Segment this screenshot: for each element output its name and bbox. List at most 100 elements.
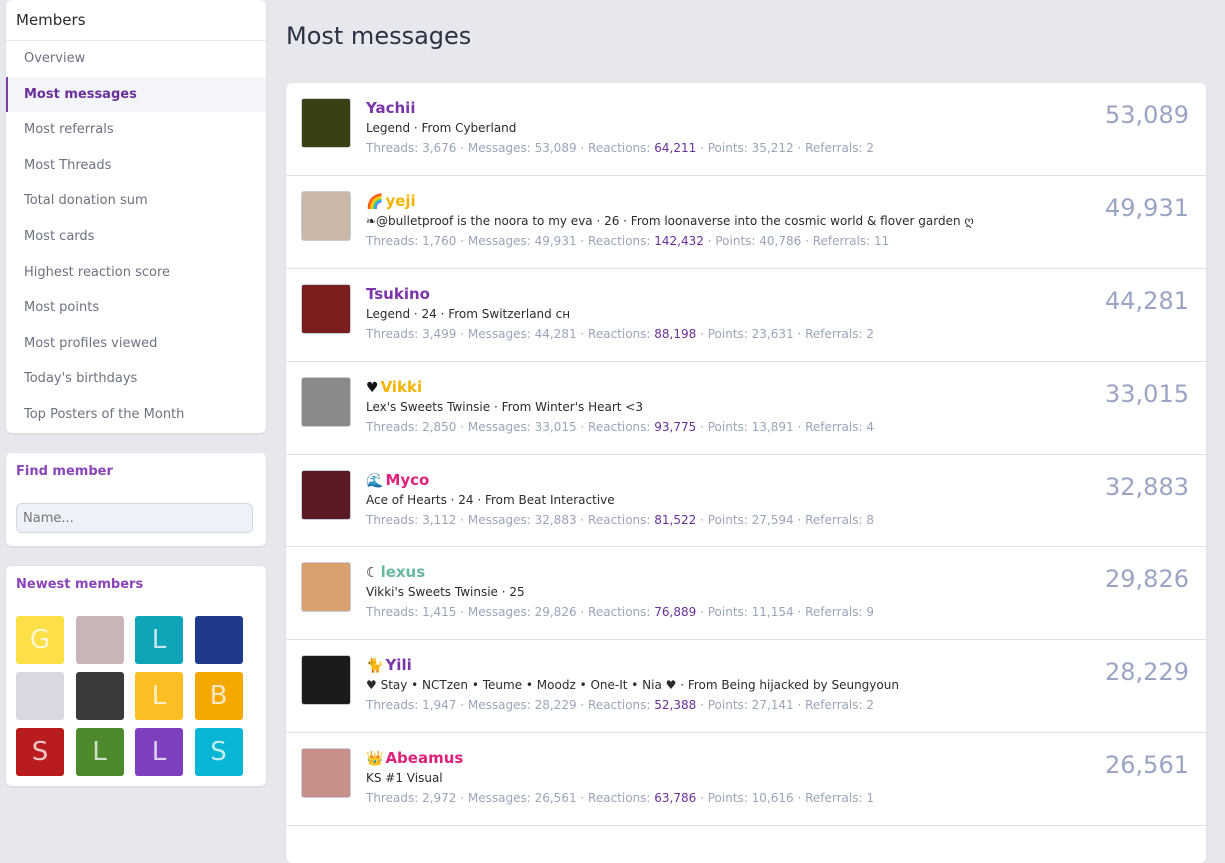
member-name-link[interactable]: 👑 Abeamus (366, 749, 463, 767)
member-name[interactable]: Yili (385, 656, 411, 674)
newest-member-avatar[interactable] (75, 616, 124, 664)
stat-separator: · (576, 233, 589, 248)
stat-label-referrals: Referrals: (805, 326, 867, 341)
sidebar-item-highest-reaction-score[interactable]: Highest reaction score (6, 255, 266, 291)
member-avatar[interactable] (301, 748, 351, 799)
stat-value-messages: 28,229 (534, 698, 577, 713)
member-title: ♥ Stay • NCTzen • Teume • Moodz • One-It… (366, 678, 899, 693)
newest-members-block: Newest members GLLBSLLS (6, 566, 266, 786)
newest-member-avatar[interactable]: L (75, 728, 124, 776)
member-badge-icon: ☾ (366, 565, 379, 582)
member-name-link[interactable]: 🐈 Yili (366, 656, 412, 674)
member-title: Ace of Hearts · 24 · From Beat Interacti… (366, 492, 615, 507)
stat-separator: · (576, 326, 589, 341)
member-avatar[interactable] (301, 376, 351, 427)
stat-separator: · (793, 605, 806, 620)
stat-separator: · (456, 326, 468, 341)
stat-value-referrals: 2 (866, 698, 874, 713)
member-row: Tsukino Legend · 24 · From Switzerland ᴄʜ… (286, 269, 1206, 362)
stat-separator: · (456, 791, 468, 806)
stat-label-referrals: Referrals: (805, 791, 867, 806)
newest-member-avatar[interactable] (75, 672, 124, 720)
member-row: 🌊 Myco Ace of Hearts · 24 · From Beat Inte… (286, 455, 1206, 548)
member-avatar[interactable] (301, 655, 351, 706)
stat-separator: · (456, 141, 468, 155)
stat-label-referrals: Referrals: (805, 141, 867, 155)
sidebar-item-most-cards[interactable]: Most cards (6, 219, 266, 255)
stat-label-reactions: Reactions: (588, 141, 655, 155)
member-name[interactable]: Myco (385, 471, 429, 489)
stat-separator: · (696, 698, 708, 713)
newest-member-avatar[interactable]: L (135, 672, 183, 720)
stat-separator: · (793, 141, 806, 155)
sidebar-item-most-messages[interactable]: Most messages (6, 76, 266, 113)
member-name-link[interactable]: ♥ Vikki (366, 378, 422, 396)
newest-member-avatar[interactable]: B (194, 672, 243, 720)
member-avatar[interactable] (301, 283, 351, 334)
member-title: Legend · From Cyberland (366, 121, 517, 135)
newest-member-avatar[interactable] (16, 672, 64, 720)
member-badge-icon: 🌊 (366, 472, 384, 489)
stat-value-reactions[interactable]: 76,889 (654, 605, 696, 619)
stat-value-reactions[interactable]: 52,388 (654, 698, 696, 712)
stat-label-reactions: Reactions: (588, 791, 655, 806)
member-name-link[interactable]: ☾ lexus (366, 563, 425, 581)
stat-value-reactions[interactable]: 63,786 (654, 791, 696, 805)
stat-label-reactions: Reactions: (588, 605, 655, 620)
member-name-link[interactable]: Tsukino (366, 285, 430, 303)
member-title: ❧@bulletproof is the noora to my eva · 2… (366, 213, 974, 228)
sidebar-item-most-points[interactable]: Most points (6, 290, 266, 326)
stat-label-reactions: Reactions: (588, 698, 655, 713)
member-name-link[interactable]: 🌊 Myco (366, 471, 429, 489)
member-name-link[interactable]: 🌈 yeji (366, 192, 416, 210)
member-name[interactable]: yeji (385, 192, 415, 210)
member-avatar[interactable] (301, 562, 351, 613)
stat-value-reactions[interactable]: 64,211 (654, 141, 696, 155)
member-avatar[interactable] (301, 469, 351, 520)
member-name-link[interactable]: Yachii (366, 99, 415, 117)
stat-label-threads: Threads: (366, 141, 423, 155)
member-title: KS #1 Visual (366, 771, 443, 786)
newest-member-avatar[interactable]: S (194, 728, 243, 776)
sidebar-item-today-s-birthdays[interactable]: Today's birthdays (6, 361, 266, 397)
stat-value-reactions[interactable]: 88,198 (654, 327, 696, 341)
stat-label-messages: Messages: (467, 326, 535, 341)
sidebar-item-most-threads[interactable]: Most Threads (6, 148, 266, 184)
sidebar-item-total-donation-sum[interactable]: Total donation sum (6, 183, 266, 219)
stat-value-messages: 29,826 (534, 605, 577, 620)
member-row: 🌈 yeji ❧@bulletproof is the noora to my ev… (286, 176, 1206, 269)
newest-member-avatar[interactable]: L (135, 728, 183, 776)
member-name[interactable]: Tsukino (366, 285, 430, 303)
stat-label-threads: Threads: (366, 791, 423, 806)
sidebar-item-overview[interactable]: Overview (6, 41, 266, 77)
member-message-count: 32,883 (1105, 472, 1189, 501)
member-avatar[interactable] (301, 190, 351, 241)
stat-label-messages: Messages: (467, 141, 535, 155)
member-avatar[interactable] (301, 98, 351, 148)
stat-separator: · (576, 141, 589, 155)
member-name-input[interactable] (16, 503, 253, 533)
stat-label-points: Points: (707, 419, 752, 434)
stat-value-reactions[interactable]: 81,522 (654, 513, 696, 527)
sidebar-item-most-referrals[interactable]: Most referrals (6, 112, 266, 148)
find-member-block: Find member (6, 453, 266, 546)
member-name[interactable]: Yachii (366, 99, 415, 117)
stat-separator: · (456, 512, 468, 527)
stat-value-reactions[interactable]: 142,432 (654, 234, 704, 248)
stat-value-reactions[interactable]: 93,775 (654, 420, 696, 434)
stat-label-threads: Threads: (366, 512, 423, 527)
newest-member-avatar[interactable]: S (16, 728, 64, 776)
stat-value-messages: 33,015 (534, 419, 577, 434)
member-name[interactable]: Vikki (381, 378, 423, 396)
stat-label-reactions: Reactions: (588, 512, 655, 527)
member-message-count: 26,561 (1105, 751, 1189, 780)
newest-member-avatar[interactable]: L (135, 616, 183, 664)
newest-member-avatar[interactable] (194, 616, 243, 664)
newest-member-avatar[interactable]: G (16, 616, 64, 664)
sidebar-item-top-posters-of-the-month[interactable]: Top Posters of the Month (6, 397, 266, 433)
stat-value-threads: 3,676 (422, 141, 457, 155)
sidebar-item-most-profiles-viewed[interactable]: Most profiles viewed (6, 326, 266, 362)
member-name[interactable]: Abeamus (385, 749, 463, 767)
member-row: 👑 Abeamus KS #1 Visual Threads: 2,972 · Mes… (286, 733, 1206, 827)
member-name[interactable]: lexus (381, 563, 426, 581)
